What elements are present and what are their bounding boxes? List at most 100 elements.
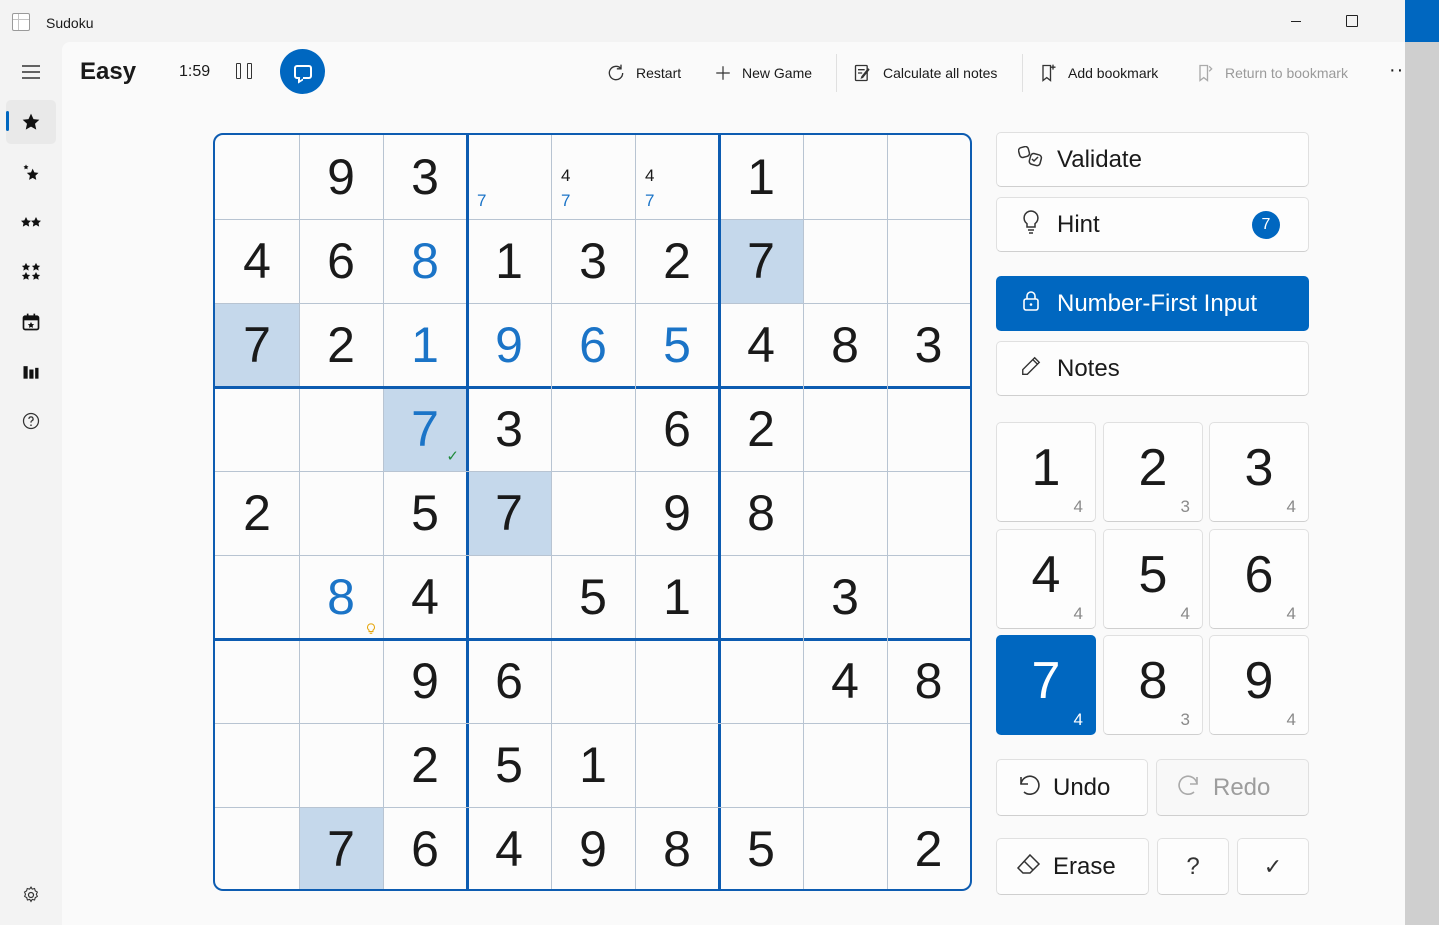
board-cell[interactable]: 5 [551, 555, 635, 639]
board-cell[interactable]: 7 [215, 303, 299, 387]
board-cell[interactable]: 8 [383, 219, 467, 303]
nav-item-hard[interactable] [6, 250, 56, 294]
pause-button[interactable] [235, 63, 255, 81]
board-cell[interactable]: 1 [719, 135, 803, 219]
board-cell[interactable]: 5 [635, 303, 719, 387]
board-cell[interactable] [719, 555, 803, 639]
add-bookmark-button[interactable]: Add bookmark [1038, 62, 1158, 84]
board-cell[interactable] [887, 135, 970, 219]
number-first-input-toggle[interactable]: Number-First Input [996, 276, 1309, 331]
board-cell[interactable] [887, 723, 970, 807]
number-key-1[interactable]: 14 [996, 422, 1096, 522]
new-game-button[interactable]: New Game [714, 62, 812, 84]
board-cell[interactable]: 6 [383, 807, 467, 889]
question-button[interactable]: ? [1157, 838, 1229, 895]
board-cell[interactable]: 4 [803, 639, 887, 723]
calculate-notes-button[interactable]: Calculate all notes [853, 62, 997, 84]
board-cell[interactable]: 7 [467, 471, 551, 555]
validate-button[interactable]: Validate [996, 132, 1309, 187]
board-cell[interactable] [215, 807, 299, 889]
board-cell[interactable]: 1 [551, 723, 635, 807]
board-cell[interactable] [215, 639, 299, 723]
number-key-3[interactable]: 34 [1209, 422, 1309, 522]
restart-button[interactable]: Restart [606, 62, 681, 84]
board-cell[interactable] [551, 639, 635, 723]
close-button[interactable] [1405, 0, 1439, 42]
nav-item-classic[interactable] [6, 100, 56, 144]
board-cell[interactable]: 2 [383, 723, 467, 807]
board-cell[interactable]: 7 [299, 807, 383, 889]
board-cell[interactable]: 47 [551, 135, 635, 219]
board-cell[interactable]: 5 [467, 723, 551, 807]
board-cell[interactable]: 4 [215, 219, 299, 303]
maximize-button[interactable] [1324, 0, 1380, 42]
board-cell[interactable] [887, 555, 970, 639]
board-cell[interactable] [299, 387, 383, 471]
board-cell[interactable] [467, 555, 551, 639]
board-cell[interactable]: 3 [887, 303, 970, 387]
redo-button[interactable]: Redo [1156, 759, 1309, 816]
board-cell[interactable] [719, 639, 803, 723]
board-cell[interactable]: 9 [299, 135, 383, 219]
board-cell[interactable]: 47 [635, 135, 719, 219]
board-cell[interactable]: 2 [299, 303, 383, 387]
board-cell[interactable]: 4 [383, 555, 467, 639]
board-cell[interactable]: 2 [215, 471, 299, 555]
board-cell[interactable]: 8 [887, 639, 970, 723]
board-cell[interactable]: 7 [467, 135, 551, 219]
board-cell[interactable]: 1 [635, 555, 719, 639]
board-cell[interactable] [887, 387, 970, 471]
nav-item-statistics[interactable] [6, 350, 56, 394]
board-cell[interactable] [299, 723, 383, 807]
board-cell[interactable] [719, 723, 803, 807]
board-cell[interactable] [215, 135, 299, 219]
return-bookmark-button[interactable]: Return to bookmark [1195, 62, 1348, 84]
board-cell[interactable]: 8 [803, 303, 887, 387]
undo-button[interactable]: Undo [996, 759, 1148, 816]
nav-settings[interactable] [6, 873, 56, 917]
board-cell[interactable]: 7 ✓ [383, 387, 467, 471]
confirm-button[interactable]: ✓ [1237, 838, 1309, 895]
nav-item-medium[interactable] [6, 200, 56, 244]
number-key-8[interactable]: 83 [1103, 635, 1203, 735]
number-key-7[interactable]: 74 [996, 635, 1096, 735]
nav-item-daily[interactable] [6, 300, 56, 344]
number-key-2[interactable]: 23 [1103, 422, 1203, 522]
notes-toggle[interactable]: Notes [996, 341, 1309, 396]
board-cell[interactable]: 5 [719, 807, 803, 889]
board-cell[interactable]: 6 [551, 303, 635, 387]
board-cell[interactable]: 6 [635, 387, 719, 471]
board-cell[interactable]: 2 [887, 807, 970, 889]
board-cell[interactable]: 4 [467, 807, 551, 889]
board-cell[interactable]: 6 [467, 639, 551, 723]
board-cell[interactable]: 4 [719, 303, 803, 387]
board-cell[interactable] [887, 219, 970, 303]
more-options-button[interactable]: ·· [1389, 59, 1404, 82]
board-cell[interactable]: 3 [803, 555, 887, 639]
nav-item-easy[interactable] [6, 150, 56, 194]
erase-button[interactable]: Erase [996, 838, 1149, 895]
board-cell[interactable]: 7 [719, 219, 803, 303]
board-cell[interactable] [803, 807, 887, 889]
board-cell[interactable] [803, 387, 887, 471]
nav-menu-button[interactable] [6, 50, 56, 94]
board-cell[interactable]: 8 [719, 471, 803, 555]
board-cell[interactable]: 1 [383, 303, 467, 387]
board-cell[interactable] [635, 639, 719, 723]
board-cell[interactable]: 5 [383, 471, 467, 555]
board-cell[interactable] [551, 387, 635, 471]
number-key-6[interactable]: 64 [1209, 529, 1309, 629]
board-cell[interactable] [803, 219, 887, 303]
board-cell[interactable]: 6 [299, 219, 383, 303]
board-cell[interactable] [299, 639, 383, 723]
board-cell[interactable] [299, 471, 383, 555]
board-cell[interactable] [803, 135, 887, 219]
board-cell[interactable] [215, 387, 299, 471]
feedback-button[interactable] [280, 49, 325, 94]
board-cell[interactable] [215, 555, 299, 639]
board-cell[interactable]: 8 [299, 555, 383, 639]
board-cell[interactable] [215, 723, 299, 807]
board-cell[interactable]: 3 [383, 135, 467, 219]
board-cell[interactable] [803, 471, 887, 555]
number-key-9[interactable]: 94 [1209, 635, 1309, 735]
